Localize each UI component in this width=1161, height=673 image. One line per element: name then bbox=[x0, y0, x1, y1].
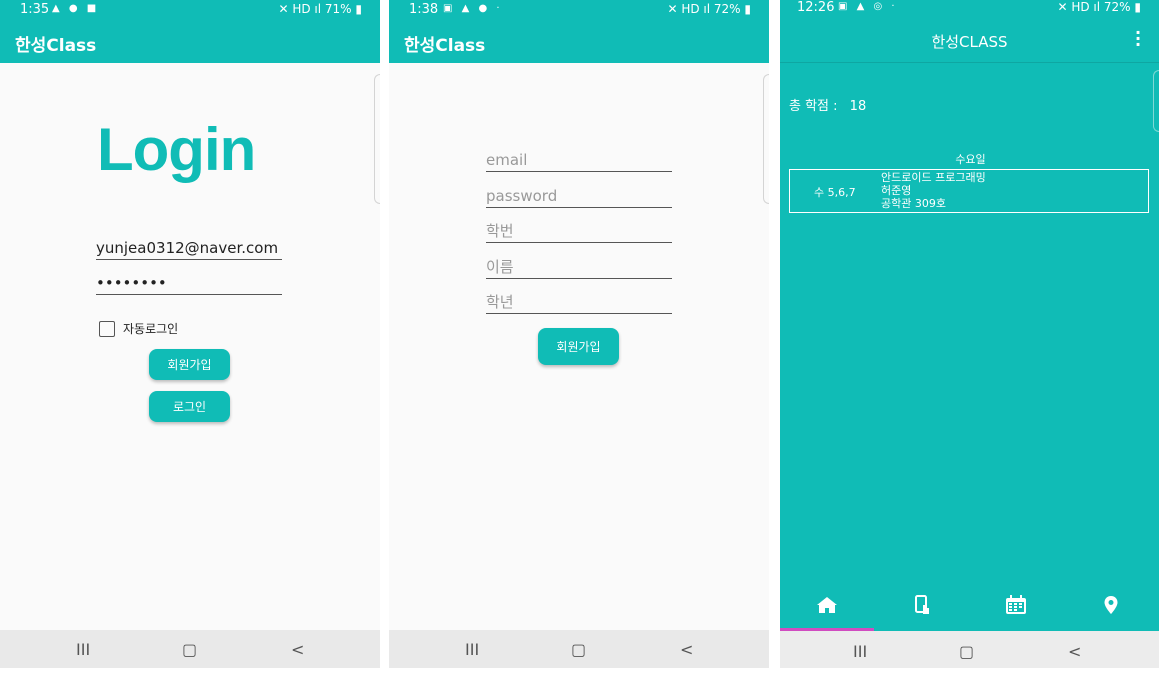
password-field[interactable] bbox=[486, 187, 672, 208]
class-name: 안드로이드 프로그래밍 bbox=[881, 171, 986, 184]
back-button[interactable]: < bbox=[291, 640, 304, 659]
back-button[interactable]: < bbox=[680, 640, 693, 659]
class-card[interactable]: 수 5,6,7 안드로이드 프로그래밍 허준영 공학관 309호 bbox=[789, 169, 1149, 213]
signal-icons: ✕ HD ıl bbox=[1057, 0, 1104, 14]
status-time: 12:26 bbox=[797, 0, 835, 15]
scroll-edge bbox=[763, 74, 769, 204]
battery-percent: 71% bbox=[324, 2, 352, 16]
class-period: 수 5,6,7 bbox=[814, 186, 856, 199]
total-credits-label: 총 학점 : bbox=[789, 99, 838, 114]
total-credits: 총 학점 : 18 bbox=[789, 95, 874, 114]
status-right: ✕ HD ıl 71% ▮ bbox=[278, 2, 362, 16]
notification-icons: ▣ ▲ ◎ · bbox=[838, 1, 898, 12]
signup-button[interactable]: 회원가입 bbox=[149, 349, 230, 380]
home-button[interactable]: ▢ bbox=[571, 640, 586, 659]
app-title: 한성Class bbox=[404, 36, 486, 56]
status-bar: 1:38 ▣ ▲ ● · ✕ HD ıl 72% ▮ bbox=[389, 0, 769, 20]
battery-icon: ▮ bbox=[1130, 0, 1141, 14]
password-field[interactable] bbox=[96, 274, 282, 295]
recent-apps-button[interactable]: III bbox=[76, 640, 90, 659]
app-title: 한성Class bbox=[15, 36, 97, 56]
home-button[interactable]: ▢ bbox=[959, 642, 974, 661]
auto-login-label: 자동로그인 bbox=[123, 322, 179, 336]
auto-login-checkbox[interactable] bbox=[99, 320, 115, 337]
status-bar: 1:35 ▲ ● ■ ✕ HD ıl 71% ▮ bbox=[0, 0, 380, 20]
tab-phone[interactable] bbox=[907, 594, 937, 616]
class-room: 공학관 309호 bbox=[881, 197, 946, 210]
back-button[interactable]: < bbox=[1068, 642, 1081, 661]
notification-icons: ▲ ● ■ bbox=[52, 3, 100, 14]
tab-home[interactable] bbox=[812, 594, 842, 616]
status-right: ✕ HD ıl 72% ▮ bbox=[1057, 0, 1141, 14]
recent-apps-button[interactable]: III bbox=[853, 642, 867, 661]
app-title: 한성CLASS bbox=[931, 33, 1008, 51]
battery-percent: 72% bbox=[1103, 0, 1131, 14]
signal-icons: ✕ HD ıl bbox=[278, 2, 325, 16]
system-nav-bar: III ▢ < bbox=[389, 630, 769, 668]
status-right: ✕ HD ıl 72% ▮ bbox=[667, 2, 751, 16]
grade-field[interactable] bbox=[486, 293, 672, 314]
login-screen: 1:35 ▲ ● ■ ✕ HD ıl 71% ▮ 한성Class Login 자… bbox=[0, 0, 380, 668]
recent-apps-button[interactable]: III bbox=[465, 640, 479, 659]
home-button[interactable]: ▢ bbox=[182, 640, 197, 659]
signup-screen: 1:38 ▣ ▲ ● · ✕ HD ıl 72% ▮ 한성Class 회원가입 … bbox=[389, 0, 769, 668]
calendar-icon bbox=[1006, 595, 1026, 614]
signup-button[interactable]: 회원가입 bbox=[538, 328, 619, 365]
status-time: 1:38 bbox=[409, 2, 439, 17]
tab-calendar[interactable] bbox=[1001, 594, 1031, 616]
day-title: 수요일 bbox=[955, 153, 986, 166]
name-field[interactable] bbox=[486, 258, 672, 279]
phone-touch-icon bbox=[915, 595, 929, 614]
timetable-screen: 12:26 ▣ ▲ ◎ · ✕ HD ıl 72% ▮ 한성CLASS · · · … bbox=[780, 0, 1159, 668]
battery-percent: 72% bbox=[713, 2, 741, 16]
system-nav-bar: III ▢ < bbox=[0, 630, 380, 668]
email-field[interactable] bbox=[96, 239, 282, 260]
login-logo: Login bbox=[97, 116, 256, 183]
notification-icons: ▣ ▲ ● · bbox=[443, 3, 503, 14]
scroll-edge bbox=[374, 74, 380, 204]
student-id-field[interactable] bbox=[486, 222, 672, 243]
login-button[interactable]: 로그인 bbox=[149, 391, 230, 422]
class-professor: 허준영 bbox=[881, 184, 912, 197]
status-bar: 12:26 ▣ ▲ ◎ · ✕ HD ıl 72% ▮ bbox=[780, 0, 1159, 20]
tab-location[interactable] bbox=[1096, 594, 1126, 616]
battery-icon: ▮ bbox=[740, 2, 751, 16]
signal-icons: ✕ HD ıl bbox=[667, 2, 714, 16]
total-credits-value: 18 bbox=[849, 99, 867, 114]
battery-icon: ▮ bbox=[351, 2, 362, 16]
app-bar: 12:26 ▣ ▲ ◎ · ✕ HD ıl 72% ▮ 한성CLASS · · · bbox=[780, 0, 1159, 63]
location-pin-icon bbox=[1104, 596, 1118, 614]
overflow-menu-icon[interactable]: · · · bbox=[1135, 25, 1141, 53]
scroll-edge bbox=[1153, 70, 1159, 132]
app-bar: 1:38 ▣ ▲ ● · ✕ HD ıl 72% ▮ 한성Class bbox=[389, 0, 769, 63]
app-bar: 1:35 ▲ ● ■ ✕ HD ıl 71% ▮ 한성Class bbox=[0, 0, 380, 63]
email-field[interactable] bbox=[486, 151, 672, 172]
class-info: 안드로이드 프로그래밍 허준영 공학관 309호 bbox=[881, 171, 986, 210]
home-icon bbox=[817, 597, 837, 613]
system-nav-bar: III ▢ < bbox=[780, 631, 1159, 668]
auto-login-row: 자동로그인 bbox=[99, 320, 178, 337]
status-time: 1:35 bbox=[20, 2, 50, 17]
